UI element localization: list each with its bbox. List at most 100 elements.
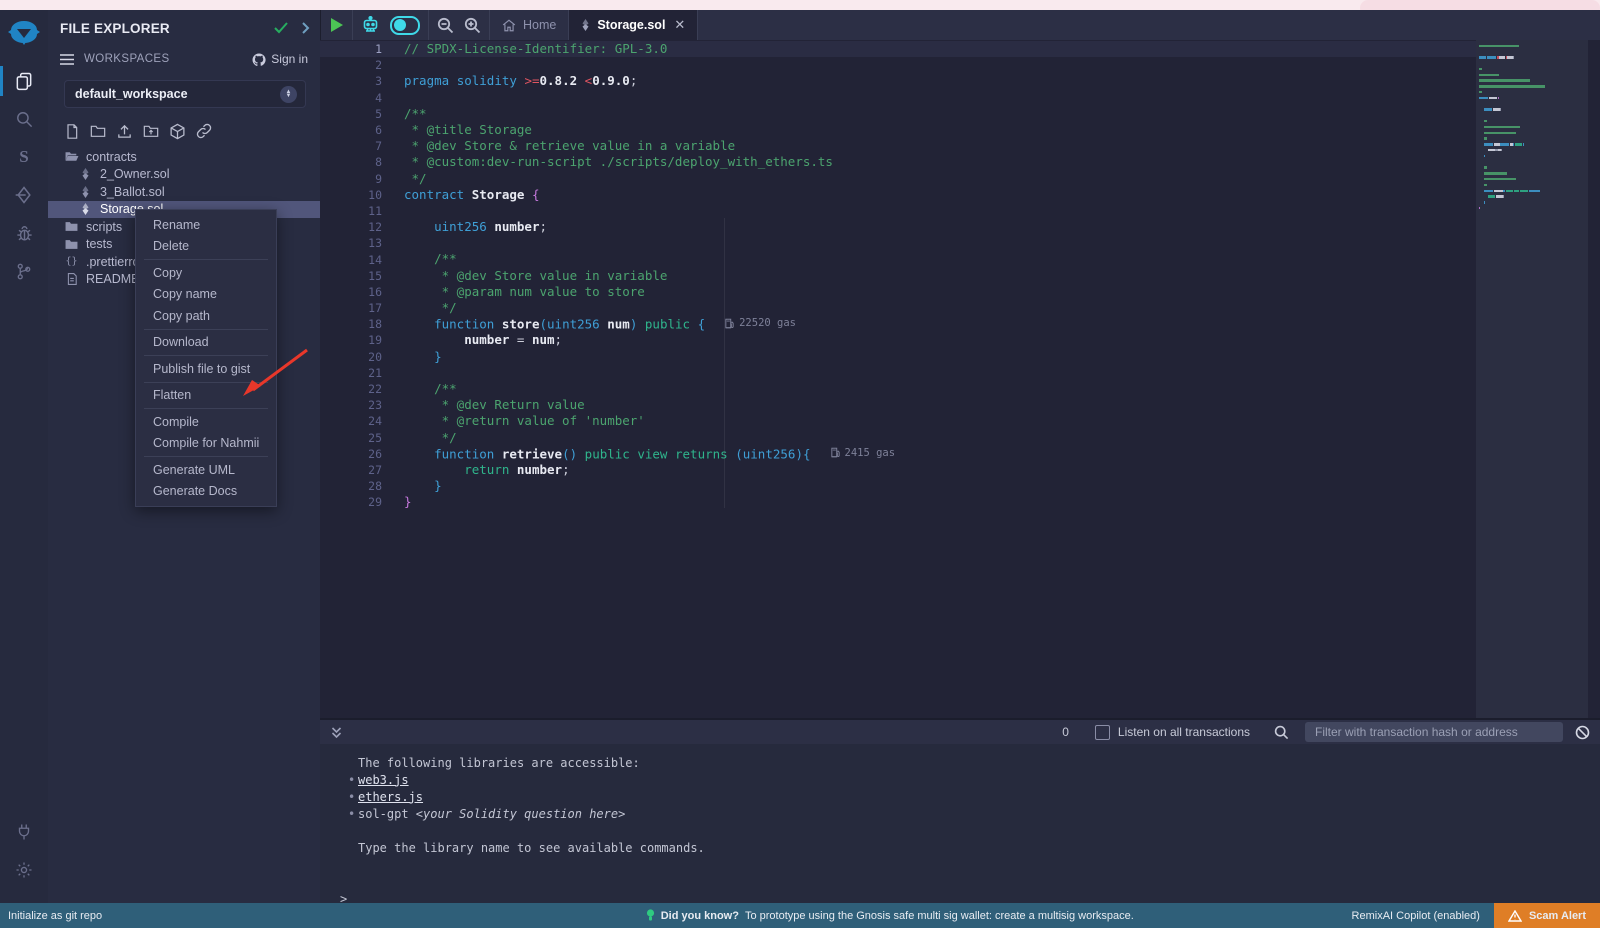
terminal-link-web3.js[interactable]: web3.js: [358, 773, 409, 787]
tab-home[interactable]: Home: [490, 10, 569, 40]
transaction-filter-input[interactable]: [1305, 722, 1563, 742]
upload-file-icon[interactable]: [116, 123, 133, 140]
tab-storage-sol[interactable]: Storage.sol ✕: [569, 10, 698, 40]
ai-copilot-robot-icon[interactable]: [361, 16, 380, 34]
run-script-button[interactable]: [329, 17, 344, 33]
zoom-in-icon[interactable]: [464, 17, 481, 34]
search-icon: [15, 110, 34, 129]
lightbulb-icon: [646, 909, 655, 922]
new-file-icon[interactable]: [64, 123, 80, 140]
line-number: 13: [320, 236, 388, 250]
listen-all-transactions-checkbox[interactable]: [1095, 725, 1110, 740]
code-line: 16 * @param num value to store: [320, 284, 1476, 300]
code-line: 6 * @title Storage: [320, 122, 1476, 138]
menu-item-copy-path[interactable]: Copy path: [136, 305, 276, 327]
listen-all-transactions-label: Listen on all transactions: [1118, 725, 1250, 739]
hamburger-icon[interactable]: [60, 54, 74, 65]
rail-item-file-explorer[interactable]: [0, 62, 48, 100]
workspace-select[interactable]: default_workspace ▲▼: [64, 80, 306, 108]
terminal-link-ethers.js[interactable]: ethers.js: [358, 790, 423, 804]
menu-item-delete[interactable]: Delete: [136, 236, 276, 258]
sol-file-icon: [78, 186, 93, 198]
rail-item-search[interactable]: [0, 100, 48, 138]
editor-tabs: Home Storage.sol ✕: [490, 10, 698, 40]
menu-item-flatten[interactable]: Flatten: [136, 385, 276, 407]
home-icon: [502, 19, 516, 32]
menu-item-generate-uml[interactable]: Generate UML: [136, 459, 276, 481]
line-number: 25: [320, 431, 388, 445]
rail-item-solidity-compiler[interactable]: S: [0, 138, 48, 176]
sign-in-button[interactable]: Sign in: [252, 52, 308, 66]
rail-item-debugger[interactable]: [0, 214, 48, 252]
folder-open-icon: [64, 151, 79, 162]
status-bar: Initialize as git repo Did you know? To …: [0, 903, 1600, 928]
new-folder-icon[interactable]: [89, 123, 107, 139]
minimap[interactable]: [1476, 40, 1588, 718]
zoom-out-icon[interactable]: [437, 17, 454, 34]
github-icon: [252, 53, 266, 66]
terminal-line: The following libraries are accessible:: [340, 754, 1600, 771]
terminal-toolbar: 0 Listen on all transactions: [320, 718, 1600, 744]
code-line: 4: [320, 90, 1476, 106]
terminal-line: •ethers.js: [340, 788, 1600, 805]
scam-alert-button[interactable]: Scam Alert: [1494, 903, 1600, 928]
menu-item-download[interactable]: Download: [136, 332, 276, 354]
line-number: 20: [320, 350, 388, 364]
line-number: 14: [320, 253, 388, 267]
cube-icon[interactable]: [169, 123, 186, 140]
file-actions-toolbar: [48, 108, 320, 146]
code-line: 20 }: [320, 349, 1476, 365]
menu-item-compile[interactable]: Compile: [136, 411, 276, 433]
chevron-right-icon[interactable]: [302, 22, 310, 34]
code-line: 26 function retrieve() public view retur…: [320, 446, 1476, 462]
tab-label: Storage.sol: [597, 18, 665, 32]
menu-item-compile-for-nahmii[interactable]: Compile for Nahmii: [136, 433, 276, 455]
tree-item-3_Ballot.sol[interactable]: 3_Ballot.sol: [48, 183, 320, 201]
line-number: 12: [320, 220, 388, 234]
close-tab-icon[interactable]: ✕: [674, 17, 685, 33]
clear-console-icon[interactable]: [1575, 725, 1590, 740]
menu-item-rename[interactable]: Rename: [136, 214, 276, 236]
tree-item-label: contracts: [86, 150, 137, 164]
line-number: 5: [320, 107, 388, 121]
code-line: 7 * @dev Store & retrieve value in a var…: [320, 138, 1476, 154]
link-icon[interactable]: [195, 122, 213, 140]
menu-item-copy[interactable]: Copy: [136, 262, 276, 284]
rail-bottom-items: [0, 813, 48, 889]
terminal-output[interactable]: The following libraries are accessible: •…: [320, 744, 1600, 903]
rail-item-deploy-run[interactable]: [0, 176, 48, 214]
rail-item-plugin-manager[interactable]: [0, 813, 48, 851]
code-line: 11: [320, 203, 1476, 219]
tree-item-contracts[interactable]: contracts: [48, 148, 320, 166]
sol-file-icon: [581, 19, 590, 31]
git-init-button[interactable]: Initialize as git repo: [0, 910, 428, 922]
rail-item-git[interactable]: [0, 252, 48, 290]
menu-item-generate-docs[interactable]: Generate Docs: [136, 481, 276, 503]
status-bar-right: RemixAI Copilot (enabled) Scam Alert: [1352, 903, 1600, 928]
collapse-terminal-icon[interactable]: [330, 726, 343, 739]
code-line: 1// SPDX-License-Identifier: GPL-3.0: [320, 41, 1476, 57]
line-number: 26: [320, 447, 388, 461]
menu-item-copy-name[interactable]: Copy name: [136, 284, 276, 306]
code-editor[interactable]: 1// SPDX-License-Identifier: GPL-3.023pr…: [320, 40, 1600, 718]
check-icon[interactable]: [274, 22, 288, 34]
line-number: 7: [320, 139, 388, 153]
ai-copilot-toggle[interactable]: [390, 16, 420, 35]
rail-items: S: [0, 62, 48, 290]
workspaces-row: WORKSPACES Sign in: [48, 46, 320, 72]
terminal-line: [340, 873, 1600, 890]
code-line: 14 /**: [320, 251, 1476, 267]
menu-item-publish-file-to-gist[interactable]: Publish file to gist: [136, 358, 276, 380]
remix-logo-icon[interactable]: [7, 18, 41, 48]
code-line: 28 }: [320, 478, 1476, 494]
line-number: 18: [320, 317, 388, 331]
search-icon[interactable]: [1274, 725, 1289, 740]
rail-item-settings[interactable]: [0, 851, 48, 889]
sol-file-icon: [78, 203, 93, 215]
remix-ide-window: { "rail": { "items": [ {"name": "file-ex…: [0, 0, 1600, 928]
terminal-line: [340, 856, 1600, 873]
upload-folder-icon[interactable]: [142, 123, 160, 139]
tree-item-2_Owner.sol[interactable]: 2_Owner.sol: [48, 166, 320, 184]
code-line: 27 return number;: [320, 462, 1476, 478]
code-line: 9 */: [320, 171, 1476, 187]
